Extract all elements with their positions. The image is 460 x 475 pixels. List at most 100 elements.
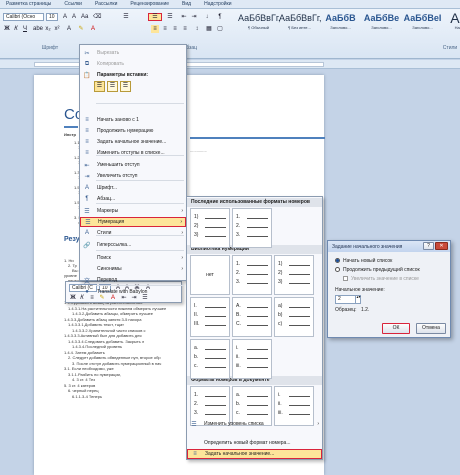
- format-line: [247, 403, 268, 406]
- numbering-format-tile[interactable]: a. b. c.: [190, 339, 230, 379]
- format-line: [247, 263, 268, 266]
- ribbon-tab[interactable]: Разметка страницы: [6, 1, 51, 7]
- numbering-format-tile[interactable]: 1. 2. 3.: [232, 255, 272, 295]
- numbering-format-tile[interactable]: i. ii. iii.: [232, 339, 272, 379]
- clear-format-icon[interactable]: ⌫: [92, 13, 101, 21]
- style-tile[interactable]: АаБбВвГг, ¶ Обычный: [238, 11, 281, 41]
- case-button[interactable]: Aa: [80, 13, 88, 21]
- subscript-button[interactable]: x₂: [44, 25, 52, 33]
- show-marks-button[interactable]: ¶: [216, 13, 224, 21]
- numbering-format-tile[interactable]: I. II. III.: [190, 297, 230, 337]
- shrink-font-button[interactable]: A: [70, 13, 78, 21]
- numbering-format-tile[interactable]: a) b) c): [274, 297, 314, 337]
- style-tile[interactable]: АаБбВе Заголово...: [361, 11, 402, 41]
- numbering-button[interactable]: ☰: [148, 13, 162, 21]
- align-right-button[interactable]: ≡: [171, 25, 179, 33]
- advance-value-checkbox[interactable]: [343, 276, 348, 281]
- underline-button[interactable]: Ч: [21, 25, 29, 33]
- context-item-translate[interactable]: 文 Перевод: [80, 275, 186, 285]
- text-effects-button[interactable]: A: [65, 25, 73, 33]
- ribbon-tab[interactable]: Ссылки: [64, 1, 82, 7]
- numbering-footer-item[interactable]: Определить новый формат номера...: [187, 438, 322, 448]
- superscript-button[interactable]: x²: [53, 25, 61, 33]
- dialog-close-button[interactable]: ✕: [435, 242, 448, 250]
- style-tile[interactable]: АаБбВвГг, ¶ Без инте...: [279, 11, 322, 41]
- grow-font-button[interactable]: A: [61, 13, 69, 21]
- style-tile[interactable]: АаБбВеІ Заголово...: [402, 11, 443, 41]
- context-item-numbering[interactable]: ☰ Нумерация ›: [80, 217, 186, 227]
- borders-button[interactable]: ▢: [216, 25, 224, 33]
- cancel-button[interactable]: Отмена: [416, 323, 446, 334]
- start-value-spinner[interactable]: ▴▾: [355, 295, 361, 304]
- format-line: [247, 216, 268, 219]
- line-spacing-button[interactable]: ↕: [193, 25, 201, 33]
- bold-button[interactable]: Ж: [3, 25, 11, 33]
- italic-button[interactable]: К: [12, 25, 20, 33]
- context-item-restart-numbering[interactable]: ≡ Начать заново с 1: [80, 115, 186, 125]
- dialog-help-button[interactable]: ?: [423, 242, 434, 250]
- ribbon-tab[interactable]: Рассылки: [95, 1, 117, 7]
- menu-separator: [96, 250, 184, 251]
- numbering-footer-item[interactable]: ≡ Задать начальное значение...: [187, 449, 322, 459]
- style-preview: АаБбВвГг,: [279, 13, 322, 23]
- format-row: 1.: [236, 259, 268, 268]
- ribbon-tab[interactable]: Рецензирование: [130, 1, 169, 7]
- continue-numbering-icon: ≡: [85, 128, 89, 134]
- decrease-indent-button[interactable]: ⇤: [180, 13, 188, 21]
- numbering-format-tile[interactable]: нет: [190, 255, 230, 295]
- format-row: a.: [236, 390, 268, 399]
- shading-button[interactable]: ▦: [205, 25, 213, 33]
- format-line: [205, 216, 226, 219]
- numbering-format-tile[interactable]: 1. 2. 3.: [232, 208, 272, 248]
- numbering-footer-item[interactable]: ☰ Изменить уровень списка ›: [187, 419, 322, 429]
- context-item-copy[interactable]: ⧉ Копировать: [80, 59, 186, 69]
- context-item-styles[interactable]: A Стили ›: [80, 228, 186, 238]
- numbering-format-tile[interactable]: 1) 2) 3): [190, 208, 230, 248]
- context-item-set-value[interactable]: ≡ Задать начальное значение...: [80, 137, 186, 147]
- context-item-bullets[interactable]: ☰ Маркеры ›: [80, 206, 186, 216]
- paste-option-icon[interactable]: ☰: [120, 81, 131, 92]
- align-center-button[interactable]: ≡: [161, 25, 169, 33]
- multilevel-list-button[interactable]: ☰: [166, 13, 174, 21]
- justify-button[interactable]: ≡: [181, 25, 189, 33]
- paste-option-icon[interactable]: ☰: [94, 81, 105, 92]
- context-item-decrease-indent[interactable]: ⇤ Уменьшить отступ: [80, 160, 186, 170]
- ok-button[interactable]: ОК: [382, 323, 410, 334]
- format-marker: 2.: [236, 269, 241, 276]
- style-tile[interactable]: АаБбВ Заголово...: [320, 11, 361, 41]
- paste-option-icon[interactable]: ☰: [107, 81, 118, 92]
- increase-indent-button[interactable]: ⇥: [190, 13, 198, 21]
- context-item-label: Увеличить отступ: [97, 173, 138, 179]
- style-tile[interactable]: АаБНазвание: [443, 11, 460, 41]
- font-size-combo[interactable]: 10: [46, 13, 58, 21]
- numbering-footer-label: Определить новый формат номера...: [204, 440, 291, 446]
- format-marker: 3.: [194, 409, 199, 416]
- context-item-scissors[interactable]: ✂ Вырезать: [80, 48, 186, 58]
- ribbon-tab[interactable]: Вид: [182, 1, 191, 7]
- radio-new-list[interactable]: [335, 258, 340, 263]
- context-item-search[interactable]: Поиск ›: [80, 253, 186, 263]
- format-row: c.: [236, 408, 268, 417]
- radio-continue-list[interactable]: [335, 267, 340, 272]
- paragraph-icon: ¶: [85, 196, 89, 202]
- align-left-button[interactable]: ≡: [151, 25, 159, 33]
- context-item-list-indent[interactable]: ≡ Изменить отступы в списке...: [80, 148, 186, 158]
- bullets-button[interactable]: ☰: [122, 13, 130, 21]
- font-name-combo[interactable]: Calibri (Осно: [3, 13, 44, 21]
- context-item-continue-numbering[interactable]: ≡ Продолжить нумерацию: [80, 126, 186, 136]
- context-item-synonyms[interactable]: Синонимы ›: [80, 264, 186, 274]
- strike-button[interactable]: abe: [32, 25, 43, 33]
- context-item-hyperlink[interactable]: 🔗 Гиперссылка...: [80, 240, 186, 250]
- ribbon-tab[interactable]: Надстройки: [204, 1, 231, 7]
- context-item-paste[interactable]: 📋 Параметры вставки:: [80, 70, 186, 80]
- numbering-format-tile[interactable]: A. B. C.: [232, 297, 272, 337]
- format-line: [247, 281, 268, 284]
- highlight-button[interactable]: ✎: [77, 25, 85, 33]
- context-item-font[interactable]: A Шрифт...: [80, 183, 186, 193]
- numbering-format-tile[interactable]: 1) 2) 3): [274, 255, 314, 295]
- font-color-button[interactable]: A: [89, 25, 97, 33]
- format-marker: 1): [194, 213, 199, 220]
- sort-button[interactable]: ↓: [203, 13, 211, 21]
- mini-bold-icon[interactable]: Ж: [69, 294, 77, 302]
- context-item-babylon[interactable]: ● Translate with Babylon: [80, 287, 186, 297]
